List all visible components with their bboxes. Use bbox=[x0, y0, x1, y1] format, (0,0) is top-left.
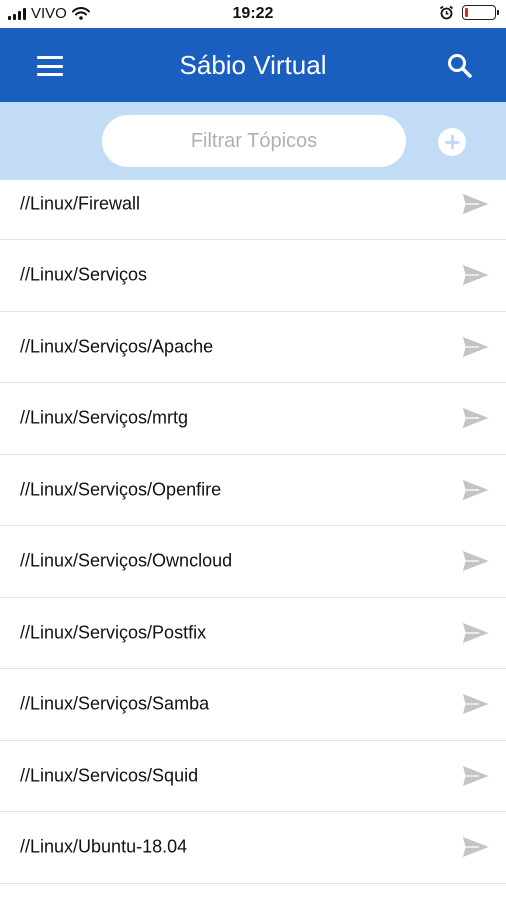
send-icon[interactable] bbox=[461, 692, 491, 717]
list-item[interactable]: //Linux/Serviços/mrtg bbox=[0, 383, 506, 455]
search-icon[interactable] bbox=[444, 50, 476, 82]
topic-label: //Linux/Serviços/Samba bbox=[20, 693, 210, 714]
add-circle-icon[interactable] bbox=[438, 128, 466, 156]
battery-low-icon bbox=[462, 5, 499, 20]
send-icon[interactable] bbox=[461, 549, 491, 574]
status-bar: VIVO 19:22 bbox=[0, 0, 506, 28]
list-item[interactable]: //Linux/Serviços/Owncloud bbox=[0, 526, 506, 598]
app-title: Sábio Virtual bbox=[179, 50, 327, 80]
topic-label: //Linux/Serviços/Postfix bbox=[20, 622, 207, 643]
list-item[interactable]: //Linux/Ubuntu-18.04 bbox=[0, 812, 506, 884]
status-time: 19:22 bbox=[232, 5, 274, 22]
list-item[interactable]: //Linux/Serviços/Postfix bbox=[0, 598, 506, 669]
app-bar: Sábio Virtual bbox=[0, 28, 506, 102]
send-icon[interactable] bbox=[461, 192, 491, 216]
topic-label: //Linux/Serviços/Owncloud bbox=[20, 550, 233, 571]
topic-list: //Linux/Firewall //Linux/Serviços //Linu… bbox=[0, 180, 506, 884]
send-icon[interactable] bbox=[461, 406, 491, 431]
send-icon[interactable] bbox=[461, 263, 491, 288]
battery-fill bbox=[465, 8, 469, 17]
topic-label: //Linux/Serviços bbox=[20, 264, 148, 285]
send-icon[interactable] bbox=[461, 835, 491, 860]
topic-label: //Linux/Serviços/Openfire bbox=[20, 479, 222, 500]
list-item[interactable]: //Linux/Serviços/Openfire bbox=[0, 455, 506, 526]
filter-topics-input[interactable] bbox=[102, 115, 406, 167]
topic-label: //Linux/Servicos/Squid bbox=[20, 765, 199, 786]
list-item[interactable]: //Linux/Firewall bbox=[0, 180, 506, 240]
alarm-clock-icon bbox=[439, 5, 454, 20]
send-icon[interactable] bbox=[461, 763, 491, 788]
send-icon[interactable] bbox=[461, 334, 491, 359]
topic-label: //Linux/Serviços/Apache bbox=[20, 336, 214, 357]
topic-label: //Linux/Firewall bbox=[20, 193, 141, 214]
filter-bar bbox=[0, 102, 506, 180]
list-item[interactable]: //Linux/Serviços/Samba bbox=[0, 669, 506, 741]
list-item[interactable]: //Linux/Serviços/Apache bbox=[0, 312, 506, 383]
status-right bbox=[439, 5, 499, 20]
list-item[interactable]: //Linux/Serviços bbox=[0, 240, 506, 312]
list-item[interactable]: //Linux/Servicos/Squid bbox=[0, 741, 506, 812]
topic-label: //Linux/Ubuntu-18.04 bbox=[20, 836, 188, 857]
send-icon[interactable] bbox=[461, 620, 491, 645]
topic-label: //Linux/Serviços/mrtg bbox=[20, 407, 189, 428]
send-icon[interactable] bbox=[461, 477, 491, 502]
